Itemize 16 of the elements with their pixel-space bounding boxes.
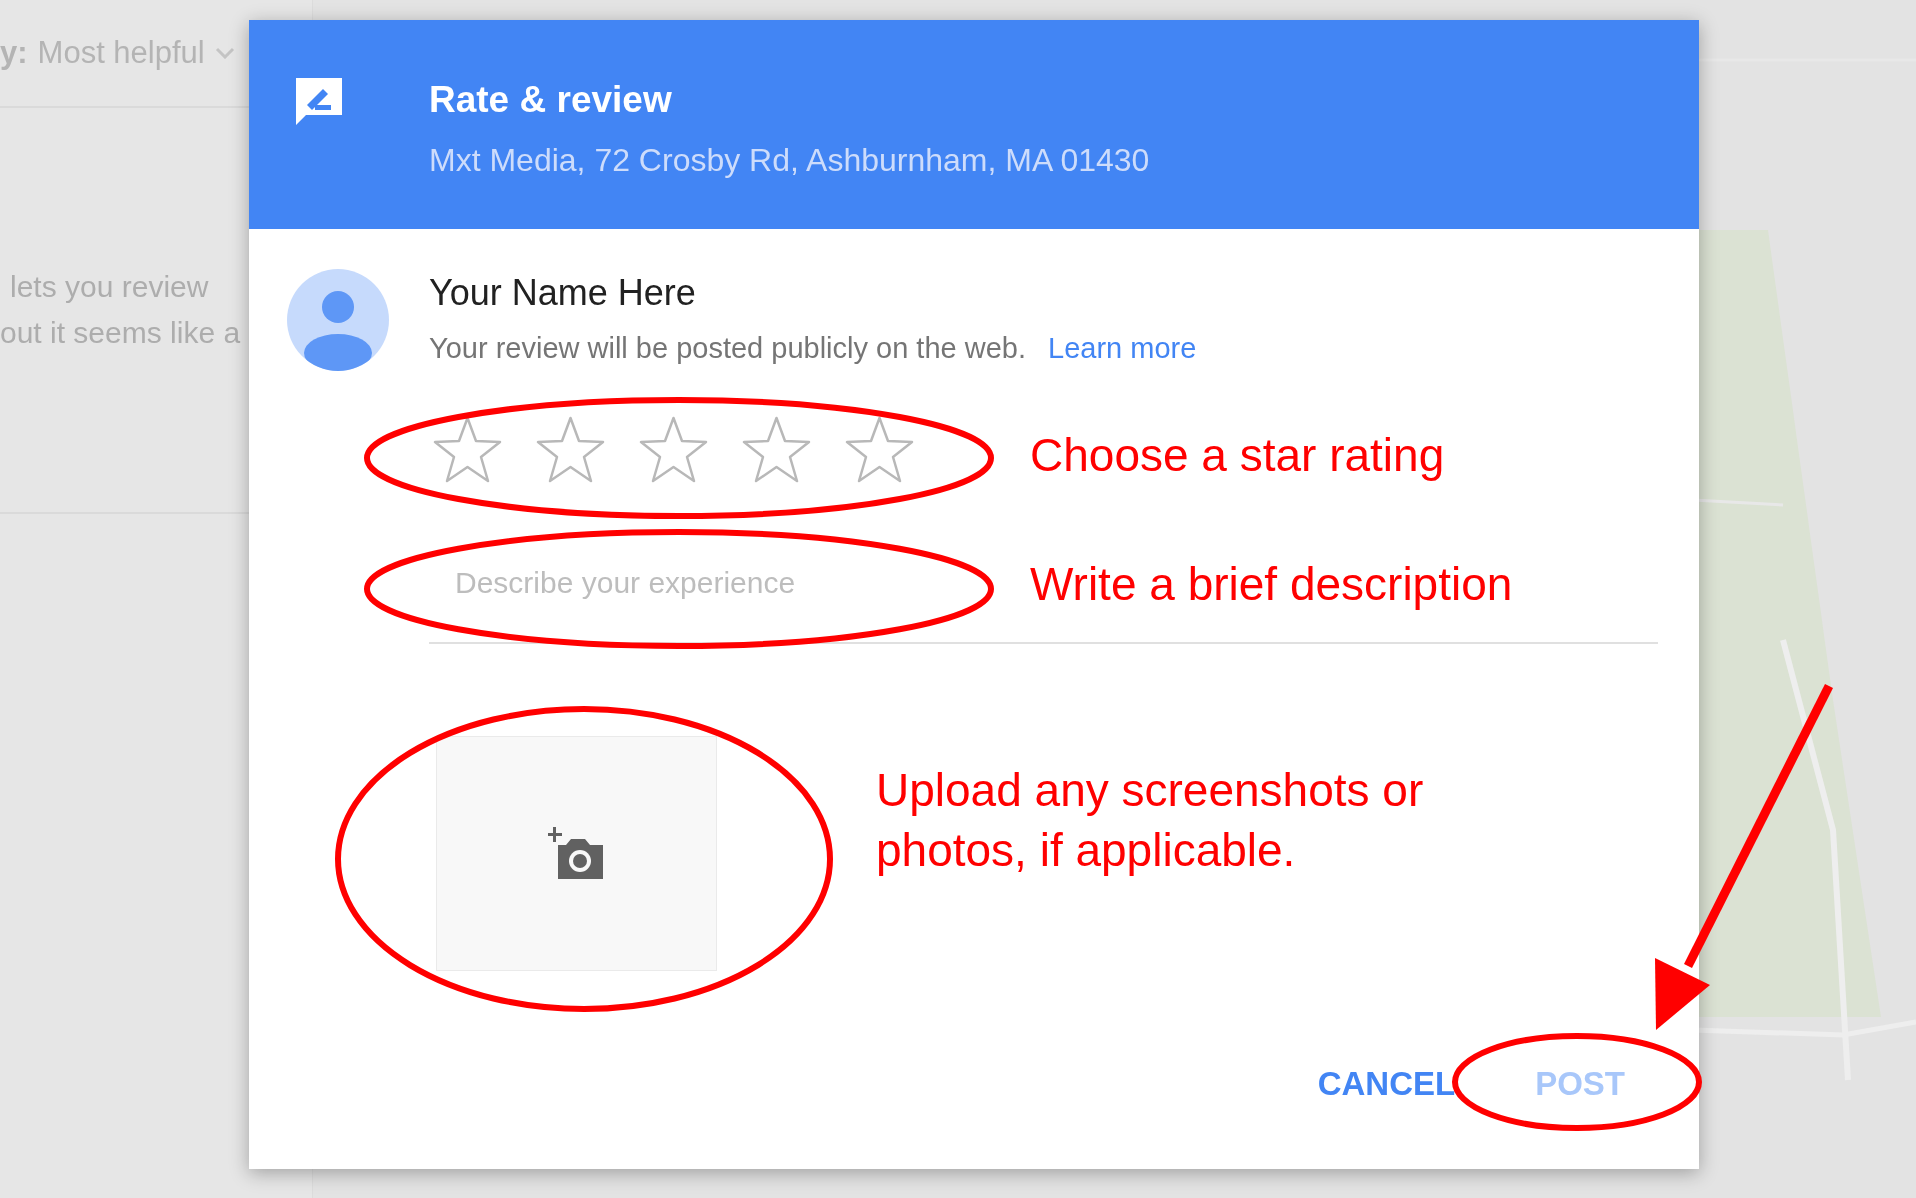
review-icon (293, 75, 345, 127)
annotation-text: Upload any screenshots or photos, if applicable. (876, 763, 1425, 878)
chevron-icon[interactable] (214, 47, 235, 59)
learn-more-link[interactable]: Learn more (1048, 331, 1197, 365)
cancel-button[interactable]: CANCEL (1317, 1054, 1456, 1114)
user-name: Your Name Here (429, 271, 696, 315)
photo-upload-area[interactable] (436, 736, 717, 971)
annotation-text: Write a brief description (1030, 557, 1513, 612)
add-photo-icon[interactable] (547, 826, 606, 881)
annotation-text: Choose a star rating (1030, 428, 1445, 483)
notice-text: Your review will be posted publicly on the web. (429, 331, 1026, 365)
dialog-title: Rate & review (429, 78, 673, 122)
avatar-icon (287, 269, 389, 371)
place-address: Mxt Media, 72 Crosby Rd, Ashburnham, MA 01430 (429, 141, 1151, 180)
review-text: out it seems like a (0, 315, 242, 351)
review-text: lets you review (9, 269, 210, 305)
